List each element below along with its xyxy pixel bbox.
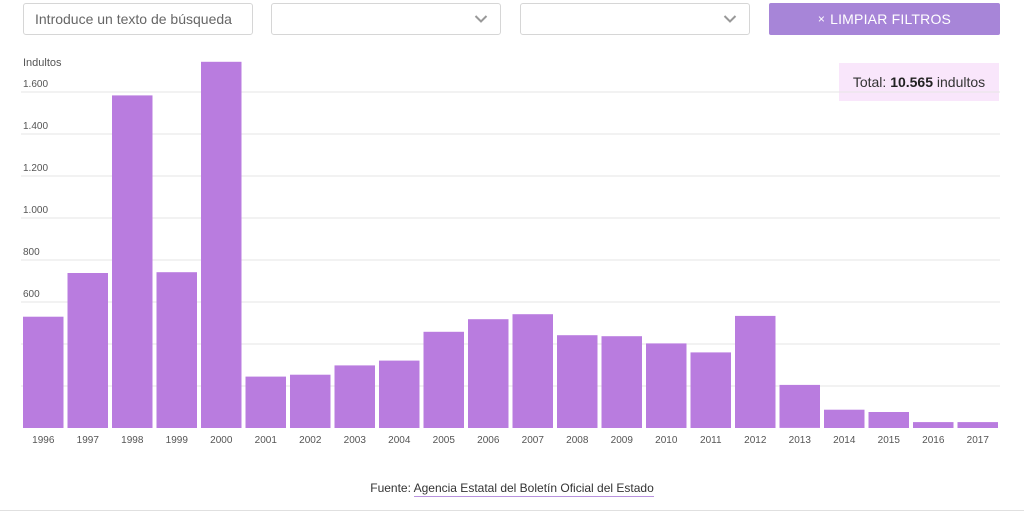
bar-2002[interactable] (290, 374, 331, 428)
y-axis-title: Indultos (23, 57, 62, 69)
x-tick-label: 2013 (789, 435, 812, 446)
x-tick-label: 1996 (32, 435, 55, 446)
bar-2006[interactable] (468, 319, 509, 428)
bar-2015[interactable] (868, 412, 910, 428)
x-tick-label: 2016 (922, 435, 945, 446)
bars (23, 61, 999, 429)
bar-2001[interactable] (245, 376, 287, 428)
bar-chart: Indultos 600 800 1.000 1.200 1.400 1.600 1996… (21, 57, 1000, 446)
x-tick-label: 1999 (166, 435, 189, 446)
y-tick-label: 1.400 (23, 121, 48, 132)
x-tick-label: 2015 (878, 435, 901, 446)
bar-1998[interactable] (112, 95, 153, 429)
close-icon: × (817, 12, 826, 26)
x-tick-label: 2007 (522, 435, 545, 446)
x-tick-label: 2006 (477, 435, 500, 446)
x-tick-label: 2012 (744, 435, 767, 446)
x-tick-label: 2017 (967, 435, 990, 446)
bar-2009[interactable] (601, 336, 643, 428)
bar-2017[interactable] (957, 422, 999, 428)
bar-1999[interactable] (156, 272, 198, 428)
x-tick-label: 2009 (611, 435, 634, 446)
bar-2012[interactable] (735, 315, 776, 428)
bar-1997[interactable] (67, 273, 109, 428)
y-tick-label: 800 (23, 247, 40, 258)
x-tick-label: 2011 (700, 435, 722, 446)
x-tick-label: 2000 (210, 435, 233, 446)
search-input[interactable] (23, 3, 253, 35)
bar-2010[interactable] (646, 343, 687, 428)
bar-2014[interactable] (824, 409, 865, 428)
bar-2005[interactable] (423, 331, 465, 428)
bar-2013[interactable] (779, 384, 821, 428)
bar-2000[interactable] (201, 61, 242, 429)
filter-select-2[interactable] (520, 3, 750, 35)
chevron-down-icon (474, 15, 488, 23)
bar-2003[interactable] (334, 365, 376, 428)
bar-2008[interactable] (557, 335, 598, 428)
filter-select-1[interactable] (271, 3, 501, 35)
clear-filters-label: LIMPIAR FILTROS (830, 11, 952, 27)
y-tick-label: 1.000 (23, 205, 48, 216)
chevron-down-icon (723, 15, 737, 23)
y-tick-label: 1.600 (23, 79, 48, 90)
x-tick-label: 2004 (388, 435, 411, 446)
x-tick-label: 1997 (77, 435, 100, 446)
x-tick-labels: 1996 1997 1998 1999 2000 2001 2002 2003 2004 2005… (32, 435, 989, 446)
bar-2011[interactable] (690, 352, 732, 428)
x-tick-label: 2008 (566, 435, 589, 446)
x-tick-label: 1998 (121, 435, 144, 446)
x-tick-label: 2002 (299, 435, 322, 446)
bar-2016[interactable] (913, 422, 954, 428)
source-link[interactable]: Agencia Estatal del Boletín Oficial del … (413, 481, 654, 497)
x-tick-label: 2003 (344, 435, 367, 446)
x-tick-label: 2010 (655, 435, 678, 446)
y-tick-label: 600 (23, 289, 40, 300)
y-tick-labels: 600 800 1.000 1.200 1.400 1.600 (23, 79, 48, 300)
clear-filters-button[interactable]: × LIMPIAR FILTROS (769, 3, 1000, 35)
bar-1996[interactable] (23, 316, 64, 428)
y-tick-label: 1.200 (23, 163, 48, 174)
x-tick-label: 2014 (833, 435, 856, 446)
source-note: Fuente: Agencia Estatal del Boletín Ofic… (0, 481, 1024, 497)
bar-2004[interactable] (379, 360, 420, 428)
bar-2007[interactable] (512, 314, 554, 428)
x-tick-label: 2001 (255, 435, 278, 446)
x-tick-label: 2005 (433, 435, 456, 446)
source-label: Fuente: (370, 481, 411, 495)
filter-bar: × LIMPIAR FILTROS (23, 3, 1000, 35)
